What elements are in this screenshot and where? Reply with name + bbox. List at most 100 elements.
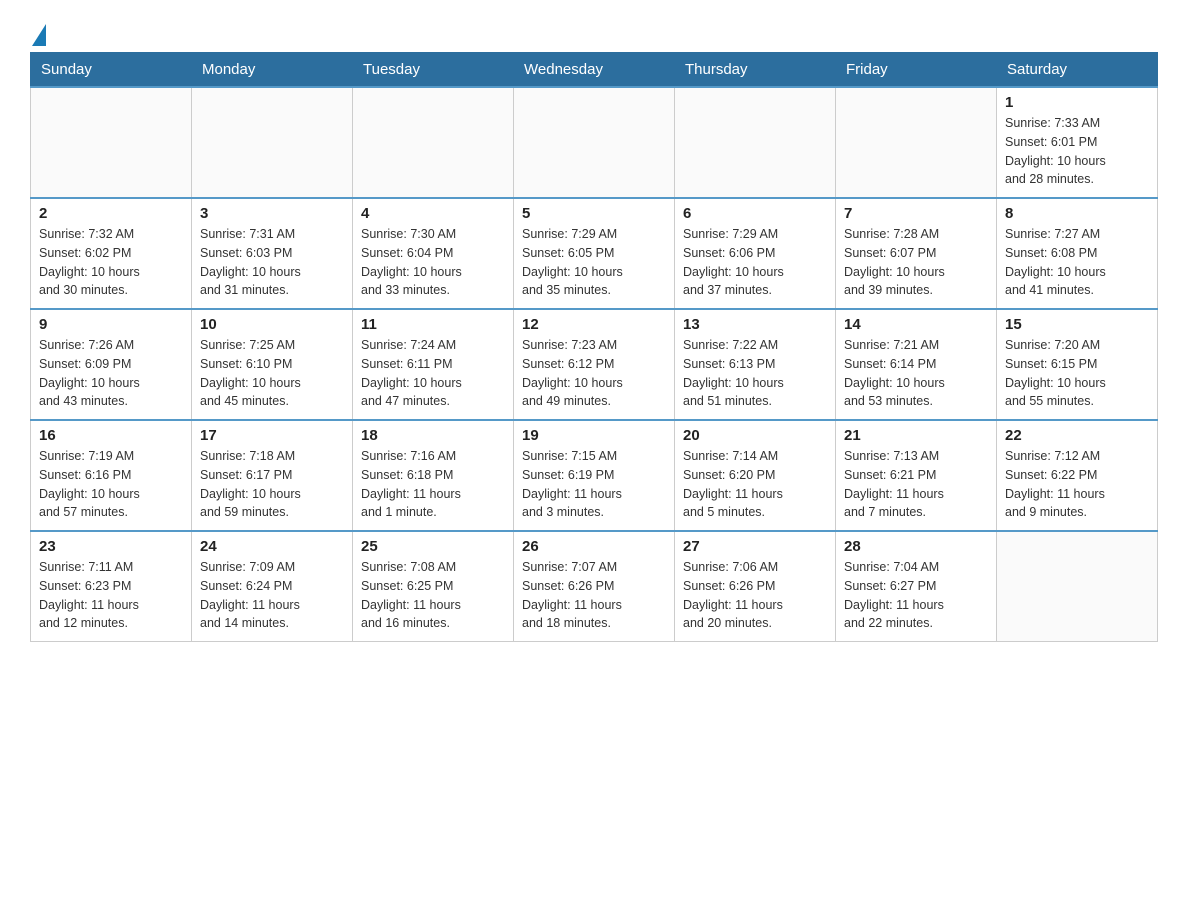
day-number: 16 (39, 427, 183, 444)
day-info: Sunrise: 7:22 AM Sunset: 6:13 PM Dayligh… (683, 336, 827, 411)
calendar-cell: 20Sunrise: 7:14 AM Sunset: 6:20 PM Dayli… (675, 420, 836, 531)
calendar-cell: 26 Sunrise: 7:07 AM Sunset: 6:26 PM Dayli… (514, 531, 675, 642)
day-number: 17 (200, 427, 344, 444)
day-info: Sunrise: 7:25 AM Sunset: 6:10 PM Dayligh… (200, 336, 344, 411)
calendar-cell: 13Sunrise: 7:22 AM Sunset: 6:13 PM Dayli… (675, 309, 836, 420)
calendar-cell (353, 87, 514, 198)
day-number: 14 (844, 316, 988, 333)
calendar-cell: 17 Sunrise: 7:18 AM Sunset: 6:17 PM Dayli… (192, 420, 353, 531)
calendar-cell: 16 Sunrise: 7:19 AM Sunset: 6:16 PM Dayli… (31, 420, 192, 531)
day-number: 22 (1005, 427, 1149, 444)
day-number: 9 (39, 316, 183, 333)
day-number: 4 (361, 205, 505, 222)
day-info: Sunrise: 7:13 AM Sunset: 6:21 PM Dayligh… (844, 447, 988, 522)
weekday-header-wednesday: Wednesday (514, 53, 675, 88)
calendar-cell (997, 531, 1158, 642)
calendar-cell (192, 87, 353, 198)
day-info: Sunrise: 7:08 AM Sunset: 6:25 PM Dayligh… (361, 558, 505, 633)
day-number: 19 (522, 427, 666, 444)
calendar-cell: 6 Sunrise: 7:29 AM Sunset: 6:06 PM Daylig… (675, 198, 836, 309)
weekday-header-monday: Monday (192, 53, 353, 88)
calendar-cell: 12 Sunrise: 7:23 AM Sunset: 6:12 PM Dayli… (514, 309, 675, 420)
day-info: Sunrise: 7:29 AM Sunset: 6:05 PM Dayligh… (522, 225, 666, 300)
week-row-1: 1 Sunrise: 7:33 AM Sunset: 6:01 PM Daylig… (31, 87, 1158, 198)
day-info: Sunrise: 7:27 AM Sunset: 6:08 PM Dayligh… (1005, 225, 1149, 300)
calendar-cell: 3 Sunrise: 7:31 AM Sunset: 6:03 PM Daylig… (192, 198, 353, 309)
calendar-cell: 11 Sunrise: 7:24 AM Sunset: 6:11 PM Dayli… (353, 309, 514, 420)
day-info: Sunrise: 7:04 AM Sunset: 6:27 PM Dayligh… (844, 558, 988, 633)
calendar-cell: 28 Sunrise: 7:04 AM Sunset: 6:27 PM Dayli… (836, 531, 997, 642)
calendar-cell: 5 Sunrise: 7:29 AM Sunset: 6:05 PM Daylig… (514, 198, 675, 309)
calendar-cell: 8 Sunrise: 7:27 AM Sunset: 6:08 PM Daylig… (997, 198, 1158, 309)
day-info: Sunrise: 7:16 AM Sunset: 6:18 PM Dayligh… (361, 447, 505, 522)
day-number: 28 (844, 538, 988, 555)
day-number: 18 (361, 427, 505, 444)
calendar-cell (836, 87, 997, 198)
day-info: Sunrise: 7:28 AM Sunset: 6:07 PM Dayligh… (844, 225, 988, 300)
calendar-cell: 19 Sunrise: 7:15 AM Sunset: 6:19 PM Dayli… (514, 420, 675, 531)
weekday-header-sunday: Sunday (31, 53, 192, 88)
calendar-table: SundayMondayTuesdayWednesdayThursdayFrid… (30, 52, 1158, 642)
calendar-cell: 10 Sunrise: 7:25 AM Sunset: 6:10 PM Dayli… (192, 309, 353, 420)
calendar-cell: 24Sunrise: 7:09 AM Sunset: 6:24 PM Dayli… (192, 531, 353, 642)
calendar-cell: 2Sunrise: 7:32 AM Sunset: 6:02 PM Daylig… (31, 198, 192, 309)
day-number: 21 (844, 427, 988, 444)
calendar-cell: 7 Sunrise: 7:28 AM Sunset: 6:07 PM Daylig… (836, 198, 997, 309)
day-number: 3 (200, 205, 344, 222)
day-info: Sunrise: 7:20 AM Sunset: 6:15 PM Dayligh… (1005, 336, 1149, 411)
day-info: Sunrise: 7:23 AM Sunset: 6:12 PM Dayligh… (522, 336, 666, 411)
calendar-cell: 21 Sunrise: 7:13 AM Sunset: 6:21 PM Dayli… (836, 420, 997, 531)
day-number: 6 (683, 205, 827, 222)
day-number: 10 (200, 316, 344, 333)
day-info: Sunrise: 7:29 AM Sunset: 6:06 PM Dayligh… (683, 225, 827, 300)
day-info: Sunrise: 7:21 AM Sunset: 6:14 PM Dayligh… (844, 336, 988, 411)
day-number: 5 (522, 205, 666, 222)
day-info: Sunrise: 7:30 AM Sunset: 6:04 PM Dayligh… (361, 225, 505, 300)
week-row-4: 16 Sunrise: 7:19 AM Sunset: 6:16 PM Dayli… (31, 420, 1158, 531)
weekday-header-tuesday: Tuesday (353, 53, 514, 88)
calendar-cell: 14 Sunrise: 7:21 AM Sunset: 6:14 PM Dayli… (836, 309, 997, 420)
weekday-header-thursday: Thursday (675, 53, 836, 88)
week-row-3: 9 Sunrise: 7:26 AM Sunset: 6:09 PM Daylig… (31, 309, 1158, 420)
day-number: 7 (844, 205, 988, 222)
day-number: 11 (361, 316, 505, 333)
day-info: Sunrise: 7:19 AM Sunset: 6:16 PM Dayligh… (39, 447, 183, 522)
calendar-cell: 15 Sunrise: 7:20 AM Sunset: 6:15 PM Dayli… (997, 309, 1158, 420)
day-info: Sunrise: 7:07 AM Sunset: 6:26 PM Dayligh… (522, 558, 666, 633)
day-number: 23 (39, 538, 183, 555)
calendar-cell (514, 87, 675, 198)
calendar-cell: 22 Sunrise: 7:12 AM Sunset: 6:22 PM Dayli… (997, 420, 1158, 531)
day-info: Sunrise: 7:18 AM Sunset: 6:17 PM Dayligh… (200, 447, 344, 522)
day-number: 1 (1005, 94, 1149, 111)
logo (30, 20, 46, 42)
day-info: Sunrise: 7:31 AM Sunset: 6:03 PM Dayligh… (200, 225, 344, 300)
weekday-header-saturday: Saturday (997, 53, 1158, 88)
day-number: 12 (522, 316, 666, 333)
day-number: 2 (39, 205, 183, 222)
day-info: Sunrise: 7:09 AM Sunset: 6:24 PM Dayligh… (200, 558, 344, 633)
day-info: Sunrise: 7:11 AM Sunset: 6:23 PM Dayligh… (39, 558, 183, 633)
day-number: 15 (1005, 316, 1149, 333)
calendar-cell (31, 87, 192, 198)
week-row-5: 23 Sunrise: 7:11 AM Sunset: 6:23 PM Dayli… (31, 531, 1158, 642)
day-info: Sunrise: 7:26 AM Sunset: 6:09 PM Dayligh… (39, 336, 183, 411)
day-info: Sunrise: 7:14 AM Sunset: 6:20 PM Dayligh… (683, 447, 827, 522)
calendar-cell (675, 87, 836, 198)
day-number: 8 (1005, 205, 1149, 222)
weekday-header-row: SundayMondayTuesdayWednesdayThursdayFrid… (31, 53, 1158, 88)
calendar-cell: 9 Sunrise: 7:26 AM Sunset: 6:09 PM Daylig… (31, 309, 192, 420)
day-info: Sunrise: 7:33 AM Sunset: 6:01 PM Dayligh… (1005, 114, 1149, 189)
calendar-cell: 4 Sunrise: 7:30 AM Sunset: 6:04 PM Daylig… (353, 198, 514, 309)
day-number: 27 (683, 538, 827, 555)
day-info: Sunrise: 7:15 AM Sunset: 6:19 PM Dayligh… (522, 447, 666, 522)
logo-triangle-icon (32, 24, 46, 46)
day-number: 26 (522, 538, 666, 555)
day-number: 25 (361, 538, 505, 555)
calendar-cell: 23 Sunrise: 7:11 AM Sunset: 6:23 PM Dayli… (31, 531, 192, 642)
day-info: Sunrise: 7:24 AM Sunset: 6:11 PM Dayligh… (361, 336, 505, 411)
calendar-cell: 1 Sunrise: 7:33 AM Sunset: 6:01 PM Daylig… (997, 87, 1158, 198)
calendar-cell: 27Sunrise: 7:06 AM Sunset: 6:26 PM Dayli… (675, 531, 836, 642)
week-row-2: 2Sunrise: 7:32 AM Sunset: 6:02 PM Daylig… (31, 198, 1158, 309)
page-header (30, 20, 1158, 42)
day-info: Sunrise: 7:12 AM Sunset: 6:22 PM Dayligh… (1005, 447, 1149, 522)
